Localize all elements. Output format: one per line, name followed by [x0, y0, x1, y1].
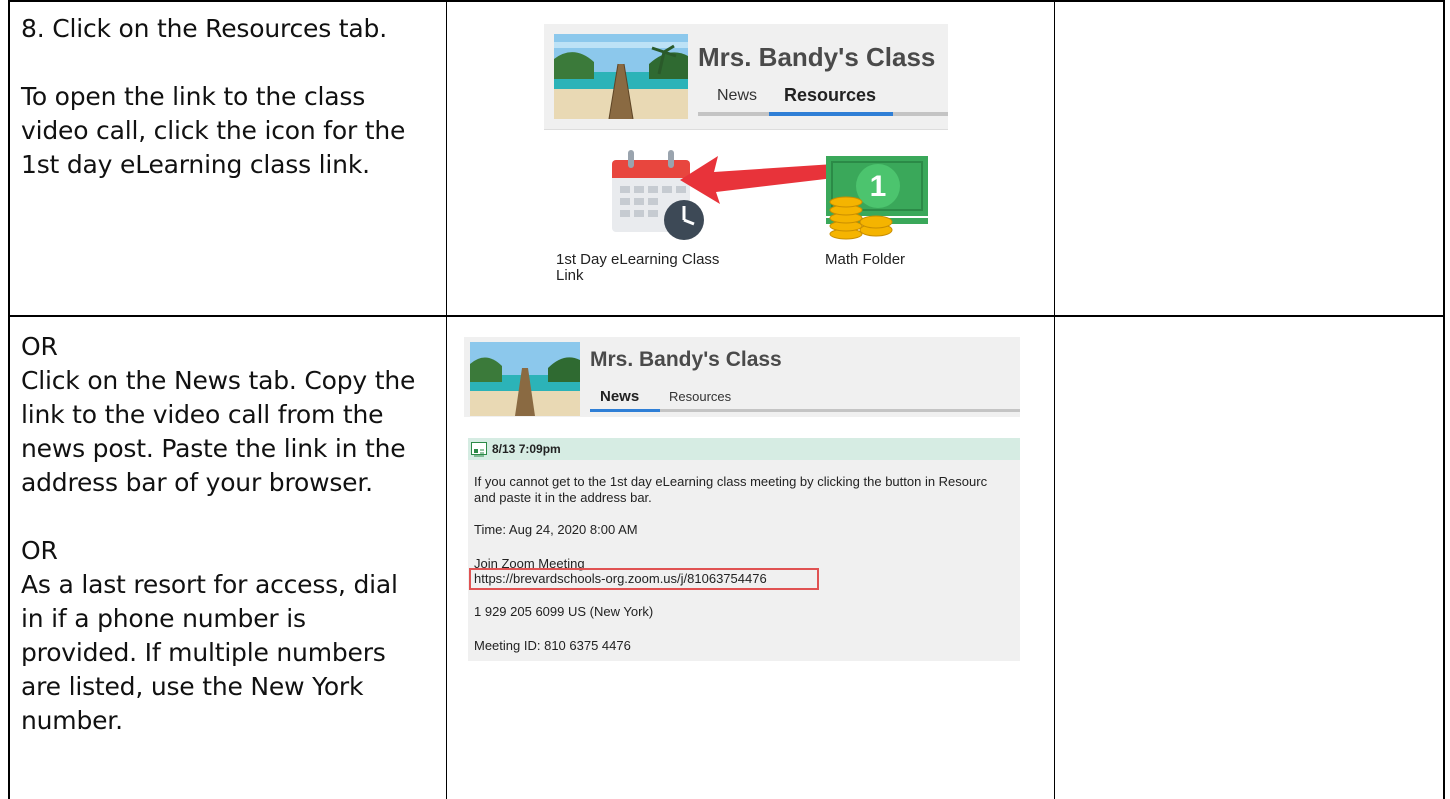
instruction-line: As a last resort for access, dial: [21, 570, 398, 599]
resource-label-math[interactable]: Math Folder: [825, 252, 945, 268]
class-banner-image-2: [470, 342, 580, 416]
news-post-text-line2: and paste it in the address bar.: [474, 490, 652, 505]
class-title-2: Mrs. Bandy's Class: [590, 348, 782, 371]
link-highlight-box: [469, 568, 819, 590]
instruction-line: are listed, use the New York: [21, 672, 364, 701]
news-icon: [471, 442, 487, 457]
class-title: Mrs. Bandy's Class: [698, 42, 936, 72]
row1-instructions: 8. Click on the Resources tab. To open t…: [21, 12, 405, 182]
instruction-line: number.: [21, 706, 123, 735]
class-banner-image: [554, 34, 688, 119]
instruction-line: news post. Paste the link in the: [21, 434, 406, 463]
news-post-phone: 1 929 205 6099 US (New York): [474, 604, 654, 619]
row-divider: [10, 315, 1443, 317]
instruction-line: To open the link to the class: [21, 82, 366, 111]
tab-active-indicator: [769, 112, 893, 116]
tab-resources[interactable]: Resources: [784, 85, 876, 106]
instruction-line: video call, click the icon for the: [21, 116, 406, 145]
row2-instructions: OR Click on the News tab. Copy the link …: [21, 330, 415, 738]
column-divider-2: [1054, 2, 1055, 799]
column-divider-1: [446, 2, 447, 799]
svg-text:1: 1: [870, 170, 887, 203]
resource-label-elearning[interactable]: 1st Day eLearning Class Link: [556, 252, 746, 284]
tab-active-indicator-2: [590, 409, 660, 412]
instruction-line: address bar of your browser.: [21, 468, 373, 497]
tab-news-2[interactable]: News: [600, 388, 639, 405]
pointer-arrow-icon: [678, 152, 838, 204]
tab-news[interactable]: News: [717, 87, 757, 105]
news-post: 8/13 7:09pm If you cannot get to the 1st…: [468, 438, 1020, 661]
instruction-table: 8. Click on the Resources tab. To open t…: [8, 0, 1445, 799]
instruction-step: 8. Click on the Resources tab.: [21, 14, 387, 43]
instruction-line: in if a phone number is: [21, 604, 306, 633]
news-post-meeting-id: Meeting ID: 810 6375 4476: [474, 638, 631, 653]
instruction-line: 1st day eLearning class link.: [21, 150, 370, 179]
instruction-line: provided. If multiple numbers: [21, 638, 386, 667]
instruction-line: link to the video call from the: [21, 400, 384, 429]
tab-resources-2[interactable]: Resources: [669, 389, 731, 404]
instruction-or: OR: [21, 332, 58, 361]
instruction-line: Click on the News tab. Copy the: [21, 366, 416, 395]
news-post-text-line1: If you cannot get to the 1st day eLearni…: [474, 474, 988, 489]
money-coins-icon[interactable]: 1: [818, 154, 930, 240]
instruction-or: OR: [21, 536, 58, 565]
news-post-time: Time: Aug 24, 2020 8:00 AM: [474, 522, 638, 537]
news-post-timestamp: 8/13 7:09pm: [492, 442, 561, 456]
